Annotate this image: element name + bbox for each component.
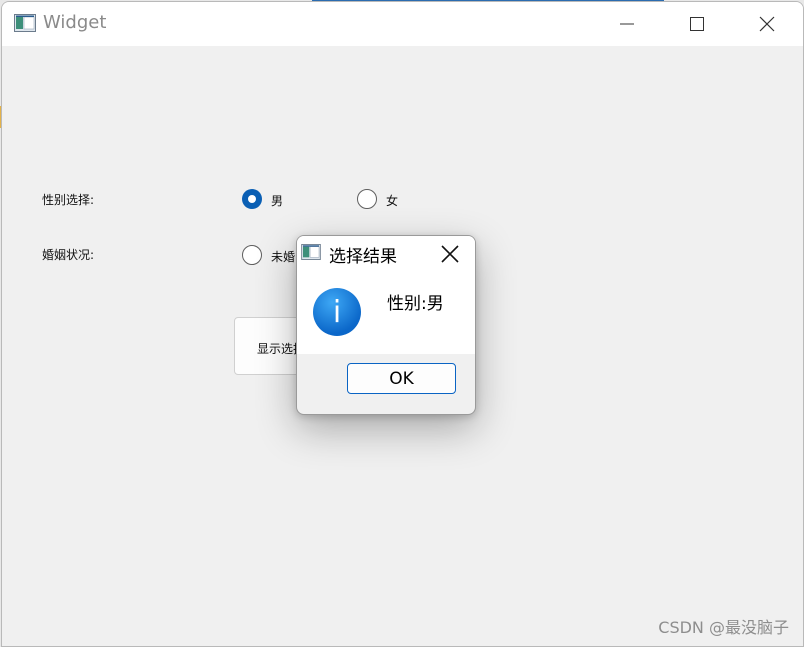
app-window-icon	[14, 14, 36, 32]
marital-label: 婚姻状况:	[42, 248, 95, 262]
app-window-icon	[301, 244, 321, 260]
radio-unmarried[interactable]	[242, 245, 262, 265]
maximize-button[interactable]	[662, 2, 732, 46]
window-title: Widget	[43, 12, 107, 33]
watermark: CSDN @最没脑子	[658, 618, 789, 637]
radio-female[interactable]	[357, 189, 377, 209]
message-dialog: 选择结果 i 性别:男 OK	[296, 235, 476, 415]
close-icon[interactable]	[440, 244, 460, 264]
dialog-title: 选择结果	[329, 247, 397, 267]
gender-label: 性别选择:	[42, 193, 95, 207]
radio-male-label[interactable]: 男	[271, 192, 283, 209]
maximize-icon	[690, 17, 704, 31]
minimize-button[interactable]	[592, 2, 662, 46]
info-icon: i	[313, 288, 361, 336]
minimize-icon	[620, 23, 634, 25]
radio-male[interactable]	[242, 189, 262, 209]
dialog-body: 选择结果 i 性别:男	[297, 236, 475, 354]
title-bar[interactable]: Widget	[2, 2, 803, 46]
close-icon	[759, 16, 775, 32]
ok-button[interactable]: OK	[347, 363, 456, 394]
radio-female-label[interactable]: 女	[386, 192, 398, 209]
close-button[interactable]	[732, 2, 802, 46]
radio-unmarried-label[interactable]: 未婚	[271, 248, 295, 265]
dialog-message: 性别:男	[387, 294, 444, 314]
